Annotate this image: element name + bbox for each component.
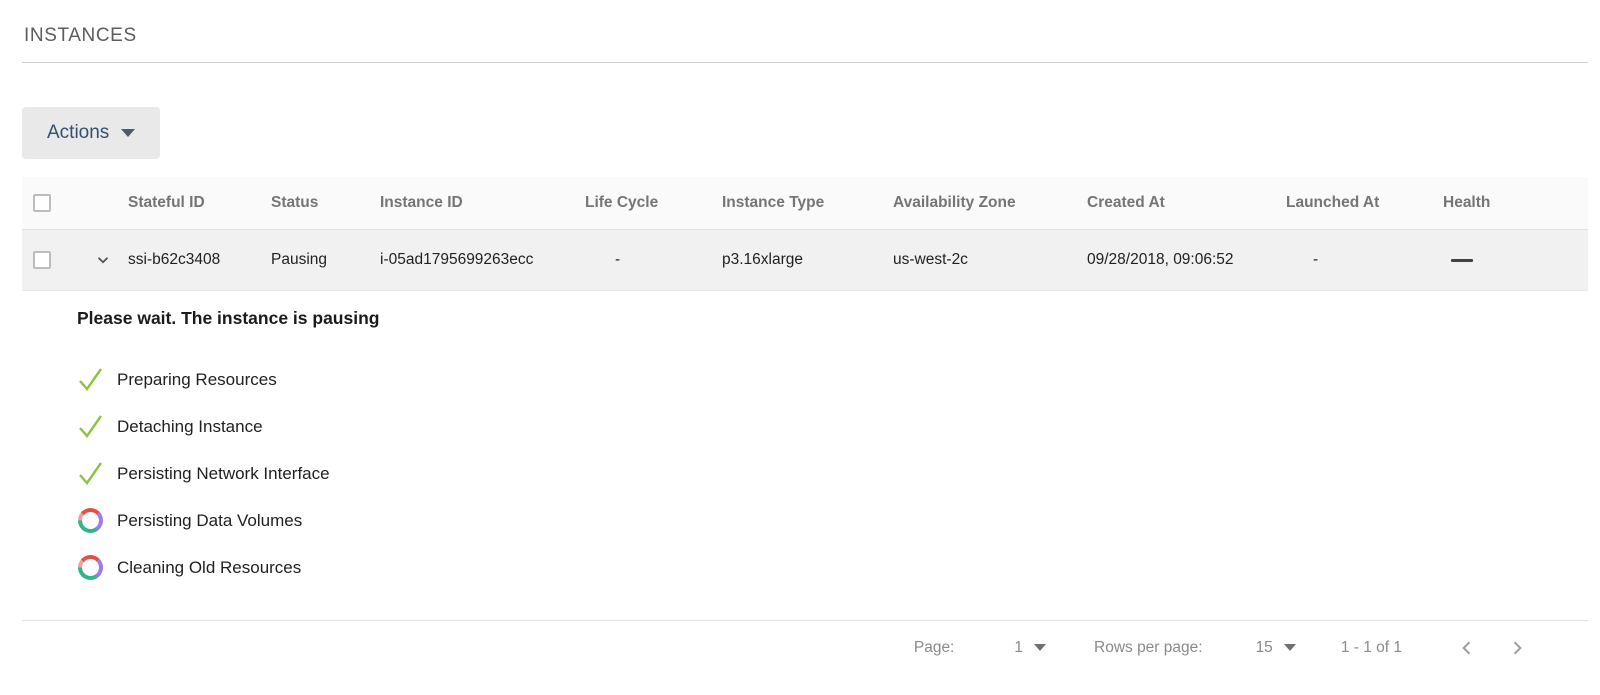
column-header-stateful-id: Stateful ID: [128, 194, 205, 211]
table-row: ssi-b62c3408 Pausing i-05ad1795699263ecc…: [22, 230, 1588, 291]
column-header-status: Status: [271, 194, 319, 211]
check-icon: [79, 368, 102, 391]
select-all-checkbox[interactable]: [33, 194, 51, 212]
step-persisting-data-volumes: Persisting Data Volumes: [77, 497, 1588, 544]
caret-down-icon: [1034, 644, 1046, 651]
instances-table: Stateful ID Status Instance ID Life Cycl…: [22, 177, 1588, 291]
cell-health: [1443, 258, 1588, 262]
column-header-instance-id: Instance ID: [380, 194, 463, 211]
page-label: Page:: [913, 638, 955, 656]
chevron-down-icon: [97, 257, 109, 264]
cell-created-at: 09/28/2018, 09:06:52: [1087, 251, 1234, 268]
step-status-icon: [77, 413, 104, 440]
instances-page: INSTANCES Actions Stateful ID Status Ins…: [0, 0, 1600, 695]
row-expanded-panel: Please wait. The instance is pausing Pre…: [22, 291, 1588, 621]
header-divider: [22, 62, 1588, 63]
page-title: INSTANCES: [24, 25, 137, 46]
step-status-icon: [77, 366, 104, 393]
page-header: INSTANCES: [0, 0, 1600, 47]
row-checkbox[interactable]: [33, 251, 51, 269]
table-header-row: Stateful ID Status Instance ID Life Cycl…: [22, 177, 1588, 230]
previous-page-button[interactable]: [1452, 633, 1482, 663]
next-page-button[interactable]: [1502, 633, 1532, 663]
cell-launched-at: -: [1313, 251, 1319, 268]
page-select-value: 1: [1014, 638, 1023, 656]
step-status-icon: [77, 554, 104, 581]
page-select[interactable]: 1: [1014, 639, 1046, 657]
chevron-right-icon: [1513, 640, 1522, 655]
step-status-icon: [77, 460, 104, 487]
pagination-bar: Page: 1 Rows per page: 15 1 - 1 of 1: [22, 621, 1588, 674]
rows-per-page-select[interactable]: 15: [1256, 639, 1296, 657]
dash-icon: [1451, 258, 1473, 262]
step-label: Cleaning Old Resources: [117, 557, 302, 577]
column-header-health: Health: [1443, 194, 1491, 211]
column-header-launched-at: Launched At: [1286, 194, 1380, 211]
rows-per-page-value: 15: [1255, 638, 1273, 656]
caret-down-icon: [121, 129, 136, 137]
column-header-created-at: Created At: [1087, 194, 1165, 211]
actions-button[interactable]: Actions: [22, 107, 161, 159]
step-detaching-instance: Detaching Instance: [77, 403, 1588, 450]
step-cleaning-old-resources: Cleaning Old Resources: [77, 544, 1588, 591]
check-icon: [79, 415, 102, 438]
cell-stateful-id: ssi-b62c3408: [128, 251, 221, 268]
step-status-icon: [77, 507, 104, 534]
column-header-life-cycle: Life Cycle: [585, 194, 659, 211]
cell-status: Pausing: [271, 251, 328, 268]
step-preparing-resources: Preparing Resources: [77, 356, 1588, 403]
check-icon: [79, 462, 102, 485]
row-expand-toggle[interactable]: [91, 248, 115, 272]
pagination-range: 1 - 1 of 1: [1340, 638, 1402, 656]
step-persisting-network-interface: Persisting Network Interface: [77, 450, 1588, 497]
caret-down-icon: [1283, 644, 1296, 651]
spinner-icon: [78, 508, 103, 533]
cell-instance-id: i-05ad1795699263ecc: [380, 251, 534, 268]
rows-per-page-label: Rows per page:: [1094, 638, 1203, 656]
actions-button-label: Actions: [47, 122, 110, 143]
chevron-left-icon: [1462, 640, 1471, 655]
column-header-availability-zone: Availability Zone: [893, 194, 1016, 211]
spinner-icon: [78, 555, 103, 580]
step-label: Persisting Data Volumes: [117, 510, 303, 530]
column-header-instance-type: Instance Type: [722, 194, 825, 211]
cell-instance-type: p3.16xlarge: [722, 251, 804, 268]
pause-steps-list: Preparing Resources Detaching Instance P…: [77, 356, 1588, 591]
cell-availability-zone: us-west-2c: [893, 251, 968, 268]
step-label: Persisting Network Interface: [117, 463, 330, 483]
cell-life-cycle: -: [615, 251, 621, 268]
step-label: Preparing Resources: [117, 369, 277, 389]
pausing-message: Please wait. The instance is pausing: [77, 308, 380, 328]
step-label: Detaching Instance: [117, 416, 263, 436]
